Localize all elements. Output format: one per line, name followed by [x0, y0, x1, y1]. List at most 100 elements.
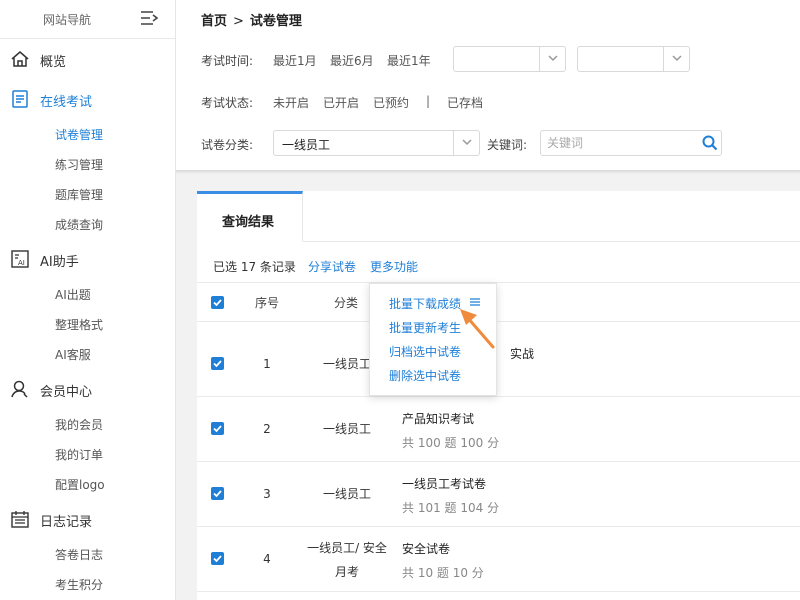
table-row[interactable]: 4 一线员工/ 安全 月考 安全试卷 共 10 题 10 分 [197, 527, 800, 592]
dropdown-arrow[interactable] [539, 47, 565, 71]
menu-item-delete-selected[interactable]: 删除选中试卷 [389, 367, 461, 384]
sidebar-item-answer-logs[interactable]: 答卷日志 [0, 539, 175, 569]
sidebar-item-points[interactable]: 考生积分 [0, 569, 175, 599]
menu-collapse-icon[interactable] [140, 10, 158, 26]
sidebar-item-label: 练习管理 [55, 158, 104, 172]
breadcrumb-current: 试卷管理 [249, 14, 302, 29]
status-option-started[interactable]: 已开启 [323, 94, 359, 111]
category-select-value: 一线员工 [282, 138, 331, 152]
check-icon [213, 490, 222, 498]
exam-time-label: 考试时间: [201, 54, 254, 68]
check-icon [213, 555, 222, 563]
category-select[interactable]: 一线员工 [273, 130, 480, 156]
sidebar-item-label: AI客服 [55, 348, 91, 362]
keyword-input[interactable] [540, 130, 722, 156]
annotation-arrow-icon [460, 309, 495, 349]
sidebar-item-ai-question[interactable]: AI出题 [0, 279, 175, 309]
share-paper-link[interactable]: 分享试卷 [308, 258, 356, 275]
paper-category-label: 试卷分类: [201, 138, 254, 152]
sidebar-item-score-query[interactable]: 成绩查询 [0, 209, 175, 239]
row-paper-meta: 共 101 题 104 分 [402, 501, 500, 515]
menu-item-batch-download-scores[interactable]: 批量下载成绩 [389, 295, 461, 312]
exam-status-label: 考试状态: [201, 96, 254, 110]
column-header-category: 分类 [334, 296, 359, 310]
sidebar-group-online-exam[interactable]: 在线考试 [0, 79, 175, 119]
selected-count: 已选 17 条记录 [213, 260, 296, 274]
sidebar-item-label: 试卷管理 [55, 128, 104, 142]
sidebar-item-my-orders[interactable]: 我的订单 [0, 439, 175, 469]
sidebar-title: 网站导航 [43, 13, 92, 27]
tab-label: 查询结果 [222, 215, 275, 230]
row-paper-name[interactable]: 安全试卷 [402, 540, 450, 557]
sidebar-item-question-bank[interactable]: 题库管理 [0, 179, 175, 209]
search-icon[interactable] [702, 135, 718, 151]
row-checkbox[interactable] [211, 487, 224, 500]
table-row[interactable]: 2 一线员工 产品知识考试 共 100 题 100 分 [197, 397, 800, 462]
menu-item-archive-selected[interactable]: 归档选中试卷 [389, 343, 461, 360]
sidebar-group-member-center[interactable]: 会员中心 [0, 369, 175, 409]
sidebar-item-label: 成绩查询 [55, 218, 104, 232]
row-checkbox[interactable] [211, 552, 224, 565]
table-row[interactable]: 3 一线员工 一线员工考试卷 共 101 题 104 分 [197, 462, 800, 527]
sidebar-item-ai-service[interactable]: AI客服 [0, 339, 175, 369]
status-option-archived[interactable]: 已存档 [447, 94, 483, 111]
row-category: 一线员工 [322, 422, 371, 436]
results-tabbar: 查询结果 [197, 191, 800, 242]
chevron-down-icon [548, 55, 558, 62]
sidebar-group-ai-assistant[interactable]: AI AI助手 [0, 239, 175, 279]
breadcrumb: 首页 > 试卷管理 [201, 10, 302, 29]
row-category-line1: 一线员工/ 安全 [307, 541, 387, 555]
more-functions-link[interactable]: 更多功能 [370, 258, 418, 275]
check-icon [213, 299, 222, 307]
dropdown-arrow[interactable] [453, 131, 479, 155]
end-date-select[interactable] [577, 46, 690, 72]
dropdown-arrow[interactable] [663, 47, 689, 71]
status-option-not-started[interactable]: 未开启 [273, 94, 309, 111]
sidebar-item-label: 答卷日志 [55, 548, 104, 562]
sidebar-item-label: 我的订单 [55, 448, 104, 462]
sidebar-group-label: 会员中心 [40, 385, 93, 400]
row-paper-name[interactable]: 实战 [510, 345, 534, 362]
keyword-label: 关键词: [487, 138, 528, 152]
home-icon [11, 51, 29, 67]
sidebar-group-label: 概览 [40, 55, 67, 70]
sidebar-item-paper-management[interactable]: 试卷管理 [0, 119, 175, 149]
breadcrumb-home[interactable]: 首页 [201, 14, 227, 29]
sidebar-item-practice-management[interactable]: 练习管理 [0, 149, 175, 179]
sidebar-header: 网站导航 [0, 0, 175, 39]
start-date-select[interactable] [453, 46, 566, 72]
row-checkbox[interactable] [211, 357, 224, 370]
time-option-1-month[interactable]: 最近1月 [273, 52, 317, 69]
time-option-6-months[interactable]: 最近6月 [330, 52, 374, 69]
breadcrumb-separator: > [233, 14, 244, 29]
tab-query-results[interactable]: 查询结果 [197, 191, 303, 242]
sidebar-item-label: 我的会员 [55, 418, 104, 432]
row-checkbox[interactable] [211, 422, 224, 435]
check-icon [213, 425, 222, 433]
sidebar-group-logs[interactable]: 日志记录 [0, 499, 175, 539]
row-paper-name[interactable]: 产品知识考试 [402, 410, 474, 427]
sidebar-group-label: AI助手 [40, 255, 79, 270]
calendar-log-icon [11, 511, 29, 528]
sidebar-item-format[interactable]: 整理格式 [0, 309, 175, 339]
user-icon [11, 380, 28, 398]
exam-paper-icon [12, 90, 28, 108]
status-option-scheduled[interactable]: 已预约 [373, 94, 409, 111]
row-paper-name[interactable]: 一线员工考试卷 [402, 475, 486, 492]
sidebar-item-my-membership[interactable]: 我的会员 [0, 409, 175, 439]
sidebar-group-label: 在线考试 [40, 95, 93, 110]
row-index: 2 [263, 422, 271, 436]
menu-item-batch-update-examinees[interactable]: 批量更新考生 [389, 319, 461, 336]
check-icon [213, 360, 222, 368]
select-all-checkbox[interactable] [211, 296, 224, 309]
sidebar-item-label: 考生积分 [55, 578, 104, 592]
row-index: 4 [263, 552, 271, 566]
ai-icon: AI [11, 250, 29, 268]
row-paper-meta: 共 100 题 100 分 [402, 436, 500, 450]
sidebar-item-logo-config[interactable]: 配置logo [0, 469, 175, 499]
time-option-1-year[interactable]: 最近1年 [387, 52, 431, 69]
chevron-down-icon [462, 139, 472, 146]
row-category: 一线员工 [322, 487, 371, 501]
row-index: 1 [263, 357, 271, 371]
sidebar-group-overview[interactable]: 概览 [0, 39, 175, 79]
